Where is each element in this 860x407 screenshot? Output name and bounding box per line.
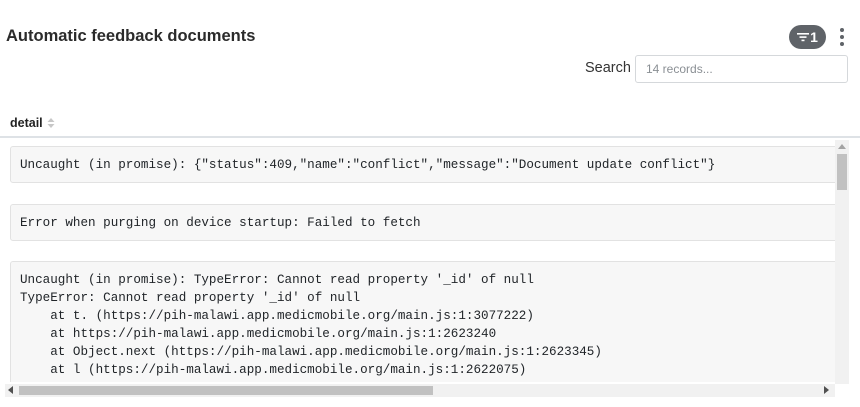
table-row[interactable]: Uncaught (in promise): TypeError: Cannot… [10, 261, 835, 382]
vertical-scrollbar[interactable] [835, 140, 849, 384]
table-body: Uncaught (in promise): {"status":409,"na… [0, 140, 835, 382]
scroll-up-icon[interactable] [838, 144, 846, 149]
column-header[interactable]: detail [0, 108, 860, 138]
scroll-right-icon[interactable] [824, 386, 829, 394]
search-input[interactable] [635, 55, 848, 83]
vertical-scroll-thumb[interactable] [837, 154, 847, 190]
search-label: Search [585, 60, 631, 76]
horizontal-scrollbar[interactable] [5, 384, 835, 397]
table-row[interactable]: Error when purging on device startup: Fa… [10, 204, 835, 241]
column-header-detail[interactable]: detail [10, 116, 43, 130]
table-row[interactable]: Uncaught (in promise): {"status":409,"na… [10, 146, 835, 183]
scroll-left-icon[interactable] [8, 386, 13, 394]
page-title: Automatic feedback documents [6, 27, 256, 45]
filter-button[interactable]: 1 [789, 25, 826, 49]
horizontal-scroll-thumb[interactable] [19, 386, 433, 395]
sort-icon[interactable] [47, 118, 55, 128]
kebab-menu-icon[interactable] [836, 26, 848, 48]
filter-icon [797, 33, 810, 42]
filter-count: 1 [810, 29, 818, 45]
